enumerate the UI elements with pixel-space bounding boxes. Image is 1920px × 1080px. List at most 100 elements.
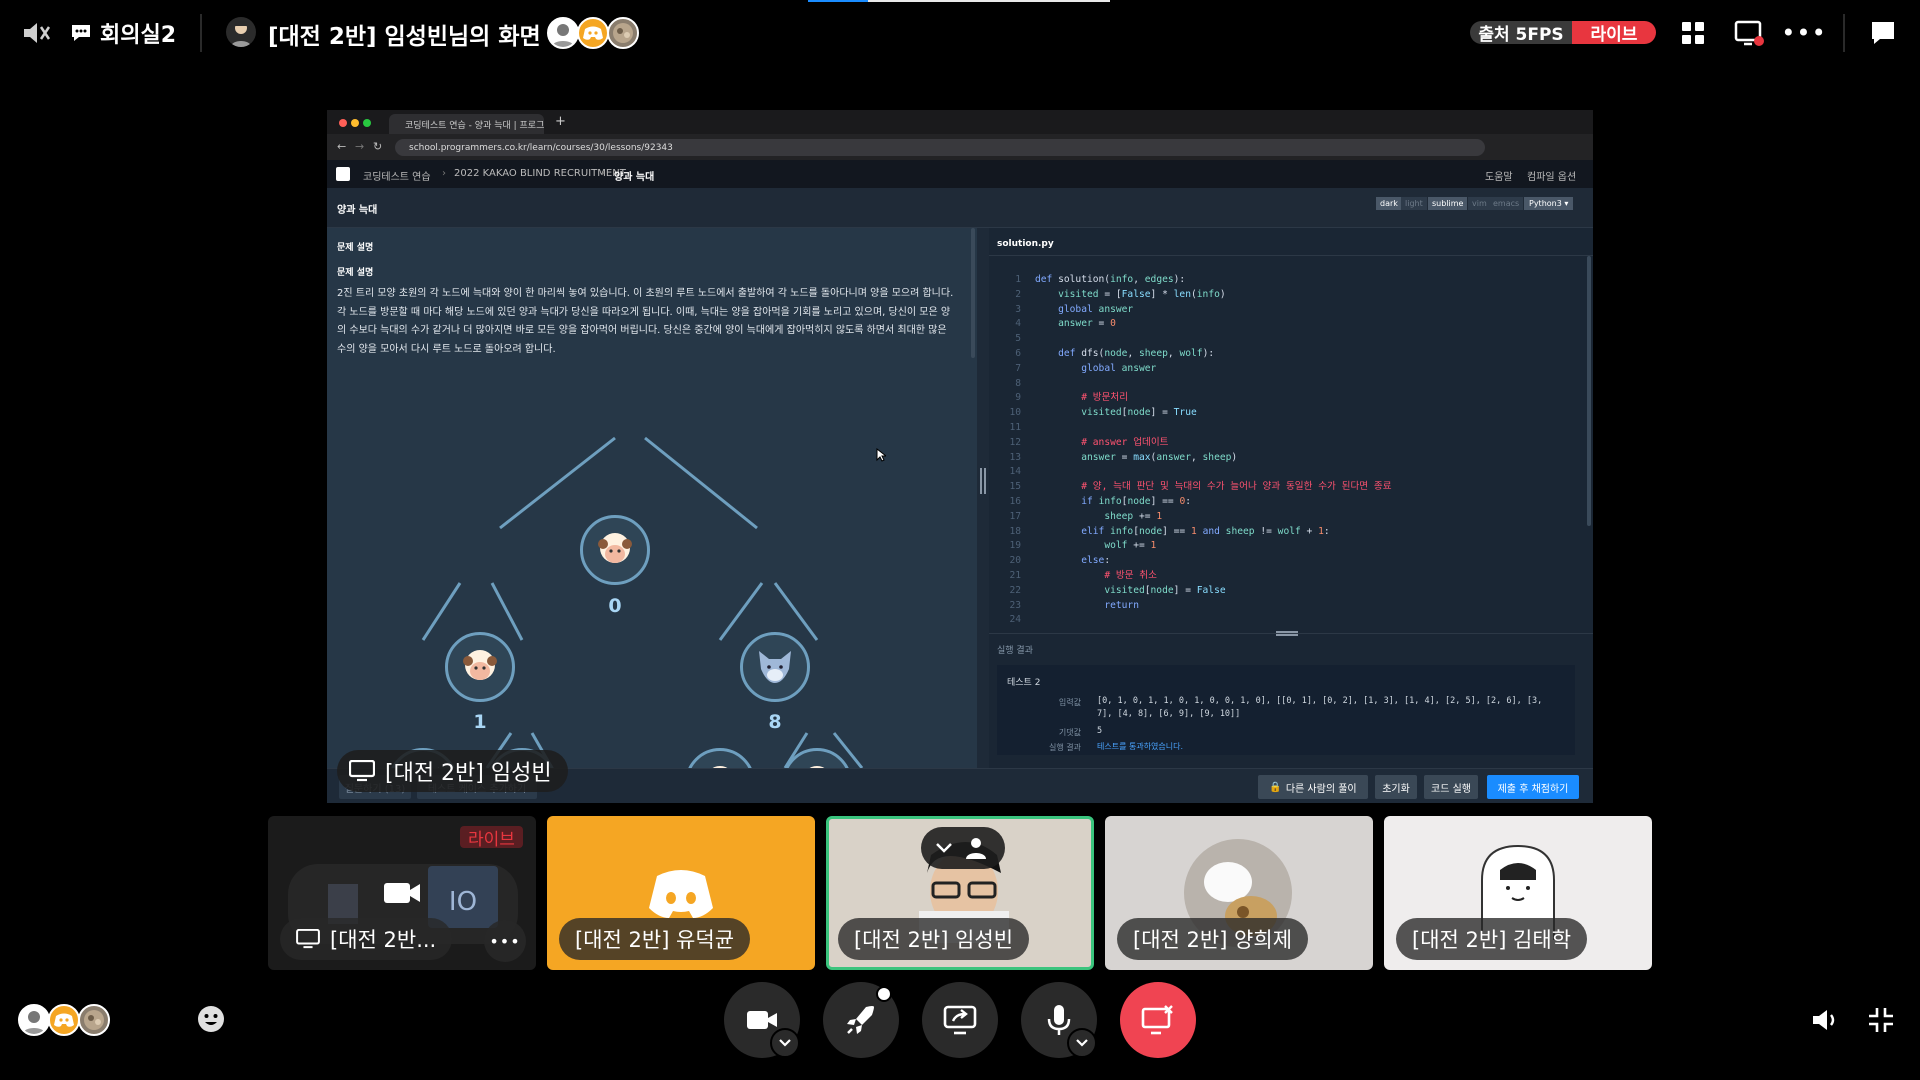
microphone-options-button[interactable]: [1067, 1028, 1097, 1058]
notification-dot: [876, 986, 892, 1002]
viewer-avatar-3: [607, 17, 639, 49]
code-text: answer = max(answer, sheep): [1081, 451, 1238, 463]
line-number: 8: [1015, 377, 1021, 389]
language-select[interactable]: Python3 ▾: [1524, 197, 1574, 210]
chevron-down-icon[interactable]: [935, 842, 953, 854]
tile-controls: [921, 827, 1005, 869]
compiler-options-link[interactable]: 컴파일 옵션: [1527, 168, 1576, 183]
tree-node-label: 0: [608, 595, 622, 617]
cursor-icon: [876, 448, 886, 462]
splitter-handle-icon[interactable]: [980, 468, 986, 494]
breadcrumb-item-1[interactable]: 코딩테스트 연습: [363, 168, 431, 183]
grid-icon[interactable]: [1680, 20, 1706, 46]
close-window-icon[interactable]: [339, 119, 347, 127]
code-line: 7 global answer: [989, 362, 1579, 377]
breadcrumb-separator: ›: [601, 168, 605, 179]
submit-button[interactable]: 제출 후 채점하기: [1487, 775, 1579, 799]
chat-panel-icon[interactable]: [1868, 18, 1898, 48]
lock-icon: 🔒: [1269, 781, 1282, 793]
participant-tile-1[interactable]: IO 라이브 [대전 2반... •••: [268, 816, 536, 970]
tree-node-wolf: [740, 632, 810, 702]
user-pin-icon[interactable]: [965, 836, 991, 860]
line-number: 16: [1009, 495, 1021, 507]
svg-text:IO: IO: [449, 887, 477, 917]
exit-fullscreen-icon[interactable]: [1866, 1005, 1896, 1035]
camera-options-button[interactable]: [770, 1028, 800, 1058]
code-text: # 양, 늑대 판단 및 늑대의 수가 늘어나 양과 동일한 수가 된다면 종료: [1081, 481, 1392, 493]
forward-icon[interactable]: →: [355, 140, 364, 153]
tab-strip: 코딩테스트 연습 - 양과 늑대 | 프로그... +: [327, 110, 1593, 134]
participant-tile-5[interactable]: [대전 2반] 김태학: [1384, 816, 1652, 970]
code-editor[interactable]: 1 def solution(info, edges): 2 visited = […: [989, 273, 1579, 628]
code-text: if info[node] == 0:: [1081, 495, 1192, 507]
code-text: else:: [1081, 555, 1111, 567]
input-value: [0, 1, 0, 1, 1, 0, 1, 0, 0, 1, 0], [[0, …: [1097, 696, 1543, 719]
rocket-icon: [847, 1006, 874, 1034]
browser-tab[interactable]: 코딩테스트 연습 - 양과 늑대 | 프로그...: [389, 114, 544, 134]
run-code-button[interactable]: 코드 실행: [1424, 775, 1478, 799]
viewer-avatar-2[interactable]: [48, 1004, 80, 1036]
back-icon[interactable]: ←: [337, 140, 346, 153]
volume-icon[interactable]: [1810, 1007, 1840, 1033]
keymap-sublime[interactable]: sublime: [1428, 197, 1468, 210]
address-bar[interactable]: school.programmers.co.kr/learn/courses/3…: [395, 139, 1485, 156]
problem-title-bar: 양과 늑대 dark light sublime vim emacs Pytho…: [327, 188, 1593, 228]
line-number: 3: [1015, 303, 1021, 315]
line-number: 6: [1015, 347, 1021, 359]
maximize-window-icon[interactable]: [363, 119, 371, 127]
breadcrumb-item-3: 양과 늑대: [614, 172, 655, 183]
editor-scrollbar[interactable]: [1587, 256, 1591, 526]
keymap-vim[interactable]: vim: [1468, 197, 1491, 210]
keymap-emacs[interactable]: emacs: [1489, 197, 1524, 210]
line-number: 24: [1009, 614, 1021, 626]
viewer-avatar-1[interactable]: [18, 1004, 50, 1036]
line-number: 1: [1015, 274, 1021, 285]
other-solutions-label: 다른 사람의 풀이: [1285, 783, 1357, 795]
room-name: 회의실2: [100, 23, 177, 48]
line-number: 10: [1009, 407, 1021, 419]
screen-share-icon: [296, 929, 320, 949]
participant-tile-4[interactable]: [대전 2반] 양희제: [1105, 816, 1373, 970]
minimize-window-icon[interactable]: [351, 119, 359, 127]
presenter-avatar: [226, 17, 256, 47]
reset-button[interactable]: 초기화: [1375, 775, 1417, 799]
viewer-avatar-1: [547, 17, 579, 49]
pane-splitter[interactable]: [977, 228, 989, 768]
code-line: 23 return: [989, 599, 1579, 614]
theme-dark[interactable]: dark: [1376, 197, 1402, 210]
screen-title: [대전 2반] 임성빈님의 화면: [268, 24, 541, 50]
code-line: 9 # 방문처리: [989, 391, 1579, 406]
top-bar: 회의실2 [대전 2반] 임성빈님의 화면 출처 5FPS 라이브 •••: [0, 0, 1920, 64]
programmers-logo-icon[interactable]: [336, 167, 350, 181]
code-line: 14: [989, 465, 1579, 480]
tree-node-sheep: [445, 632, 515, 702]
tile-more-icon[interactable]: •••: [484, 920, 526, 962]
new-tab-button[interactable]: +: [555, 114, 566, 129]
participant-tile-3[interactable]: [대전 2반] 임성빈: [826, 816, 1094, 970]
line-number: 19: [1009, 540, 1021, 552]
code-line: 15 # 양, 늑대 판단 및 늑대의 수가 늘어나 양과 동일한 수가 된다면…: [989, 480, 1579, 495]
expected-label: 기댓값: [1058, 728, 1081, 737]
viewer-avatar-3[interactable]: [78, 1004, 110, 1036]
more-icon[interactable]: •••: [1781, 19, 1825, 47]
screen-record-icon[interactable]: [1734, 18, 1764, 48]
code-line: 1 def solution(info, edges):: [989, 273, 1579, 288]
tree-edges: [421, 436, 864, 768]
help-link[interactable]: 도움말: [1485, 168, 1513, 183]
emoji-icon[interactable]: [196, 1004, 226, 1034]
participant-name: [대전 2반] 양희제: [1117, 918, 1309, 960]
leave-button[interactable]: [1120, 982, 1196, 1058]
room-title[interactable]: 회의실2: [70, 17, 176, 49]
url-text: school.programmers.co.kr/learn/courses/3…: [409, 142, 673, 153]
code-line: 18 elif info[node] == 1 and sheep != wol…: [989, 525, 1579, 540]
participant-name-text: [대전 2반...: [330, 928, 437, 952]
mic-muted-icon[interactable]: [20, 18, 52, 48]
tree-node-label: 1: [473, 711, 487, 733]
participant-tile-2[interactable]: [대전 2반] 유덕균: [547, 816, 815, 970]
screen-share-button[interactable]: [922, 982, 998, 1058]
other-solutions-button[interactable]: 🔒 다른 사람의 풀이: [1258, 775, 1368, 799]
viewer-avatar-2: [577, 17, 609, 49]
reload-icon[interactable]: ↻: [373, 140, 382, 153]
theme-light[interactable]: light: [1401, 197, 1427, 210]
resize-handle-icon[interactable]: [1276, 631, 1298, 636]
